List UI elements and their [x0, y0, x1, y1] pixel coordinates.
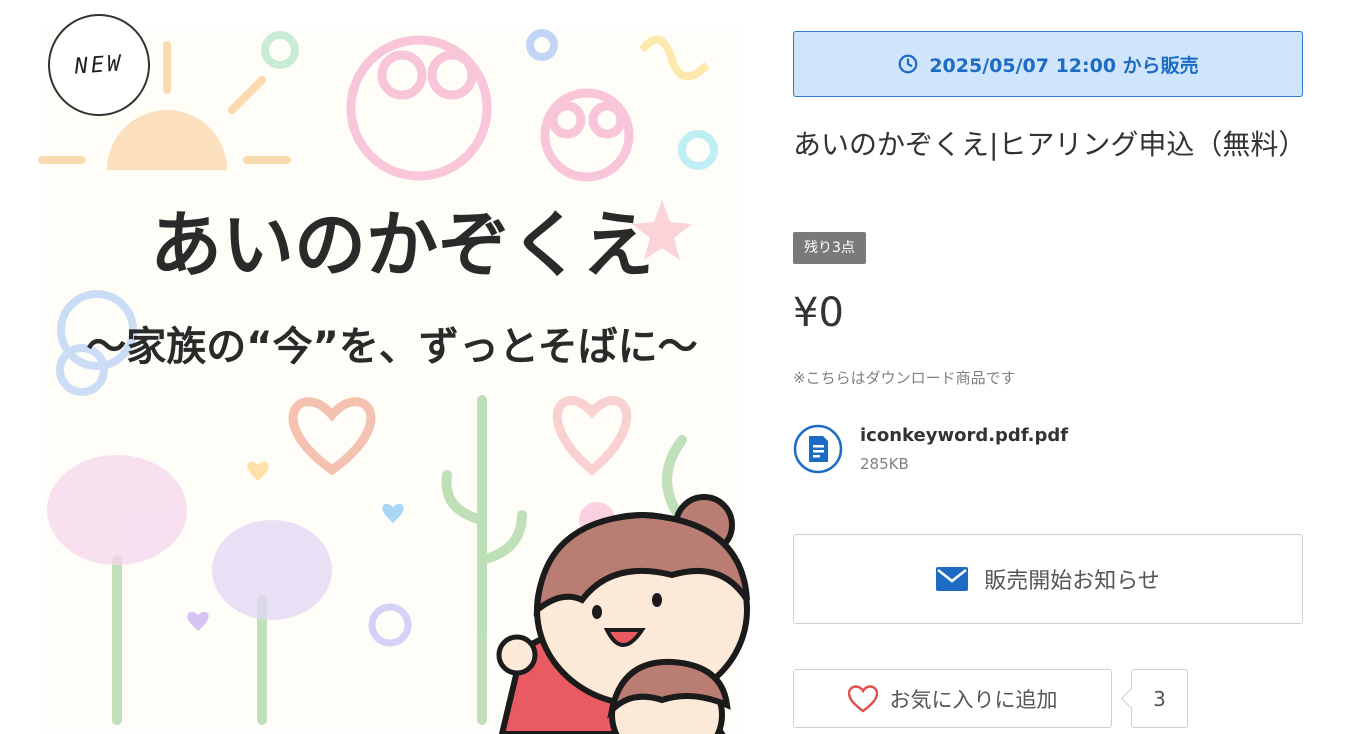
price: ¥0 [793, 290, 844, 336]
add-favorite-button[interactable]: お気に入りに追加 [793, 669, 1112, 728]
product-image[interactable]: あいのかぞくえ 〜家族の“今”を、ずっとそばに〜 NEW [22, 0, 762, 734]
clock-icon [898, 54, 918, 74]
sale-notify-button[interactable]: 販売開始お知らせ [793, 534, 1303, 624]
file-size: 285KB [860, 455, 909, 473]
download-note: ※こちらはダウンロード商品です [793, 369, 1016, 387]
sale-notify-label: 販売開始お知らせ [984, 569, 1160, 594]
artwork-title: あいのかぞくえ [150, 203, 654, 287]
stock-badge: 残り3点 [793, 232, 866, 264]
document-icon [793, 424, 843, 474]
product-illustration: あいのかぞくえ 〜家族の“今”を、ずっとそばに〜 [38, 29, 750, 734]
heart-icon [847, 684, 878, 712]
mail-icon [936, 567, 969, 591]
sale-date-label: 2025/05/07 12:00 から販売 [929, 54, 1199, 77]
product-title: あいのかぞくえ|ヒアリング申込（無料） [793, 128, 1307, 161]
favorite-count: 3 [1131, 669, 1188, 728]
artwork-subtitle: 〜家族の“今”を、ずっとそばに〜 [86, 324, 697, 370]
add-favorite-label: お気に入りに追加 [889, 687, 1058, 712]
sale-date-banner: 2025/05/07 12:00 から販売 [793, 31, 1303, 97]
file-name[interactable]: iconkeyword.pdf.pdf [860, 425, 1068, 446]
